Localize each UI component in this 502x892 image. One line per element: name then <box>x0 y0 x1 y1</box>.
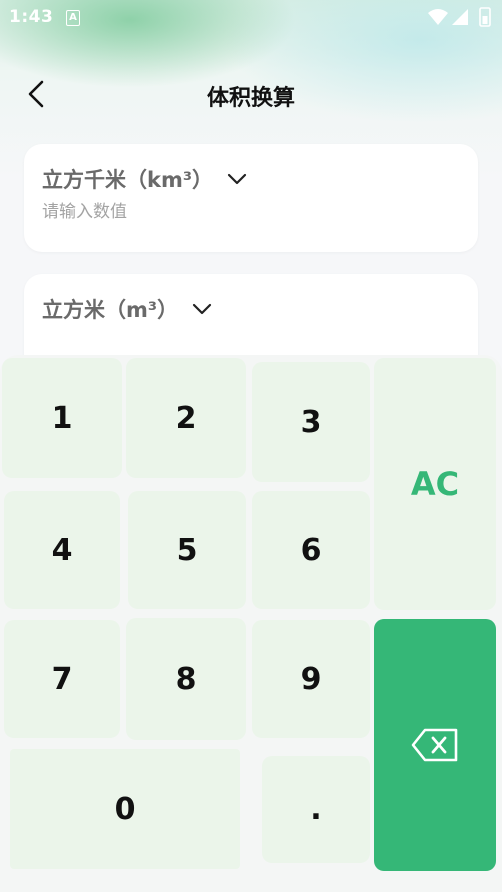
key-0[interactable]: 0 <box>10 749 240 869</box>
chevron-down-icon <box>227 173 247 185</box>
key-1[interactable]: 1 <box>2 358 122 478</box>
from-value-input[interactable] <box>42 202 442 222</box>
nav-bar: 体积换算 <box>0 64 502 124</box>
from-unit-selector[interactable]: 立方千米（km³） <box>42 164 247 194</box>
to-unit-label: 立方米（m³） <box>42 298 179 322</box>
key-2[interactable]: 2 <box>126 358 246 478</box>
status-icons <box>428 7 491 27</box>
numeric-keypad: 1 2 3 AC 4 5 6 7 8 9 0 . <box>0 355 502 892</box>
from-unit-label: 立方千米（km³） <box>42 168 214 192</box>
backspace-button[interactable] <box>374 619 496 871</box>
signal-icon <box>452 9 468 25</box>
page-title: 体积换算 <box>206 86 295 111</box>
key-6[interactable]: 6 <box>252 491 370 609</box>
from-unit-card: 立方千米（km³） <box>24 144 478 252</box>
key-9[interactable]: 9 <box>252 620 370 738</box>
key-5[interactable]: 5 <box>128 491 246 609</box>
backspace-icon <box>411 728 458 762</box>
clear-all-button[interactable]: AC <box>374 358 496 610</box>
key-decimal-point[interactable]: . <box>262 756 370 863</box>
key-8[interactable]: 8 <box>126 618 246 740</box>
notification-a-icon: A <box>66 10 80 26</box>
key-7[interactable]: 7 <box>4 620 120 738</box>
status-time: 1:43 <box>9 7 54 27</box>
to-unit-selector[interactable]: 立方米（m³） <box>42 294 212 324</box>
key-4[interactable]: 4 <box>4 491 120 609</box>
status-bar: 1:43 A <box>0 0 502 36</box>
wifi-icon <box>428 9 448 25</box>
chevron-down-icon <box>192 303 212 315</box>
key-3[interactable]: 3 <box>252 362 370 482</box>
